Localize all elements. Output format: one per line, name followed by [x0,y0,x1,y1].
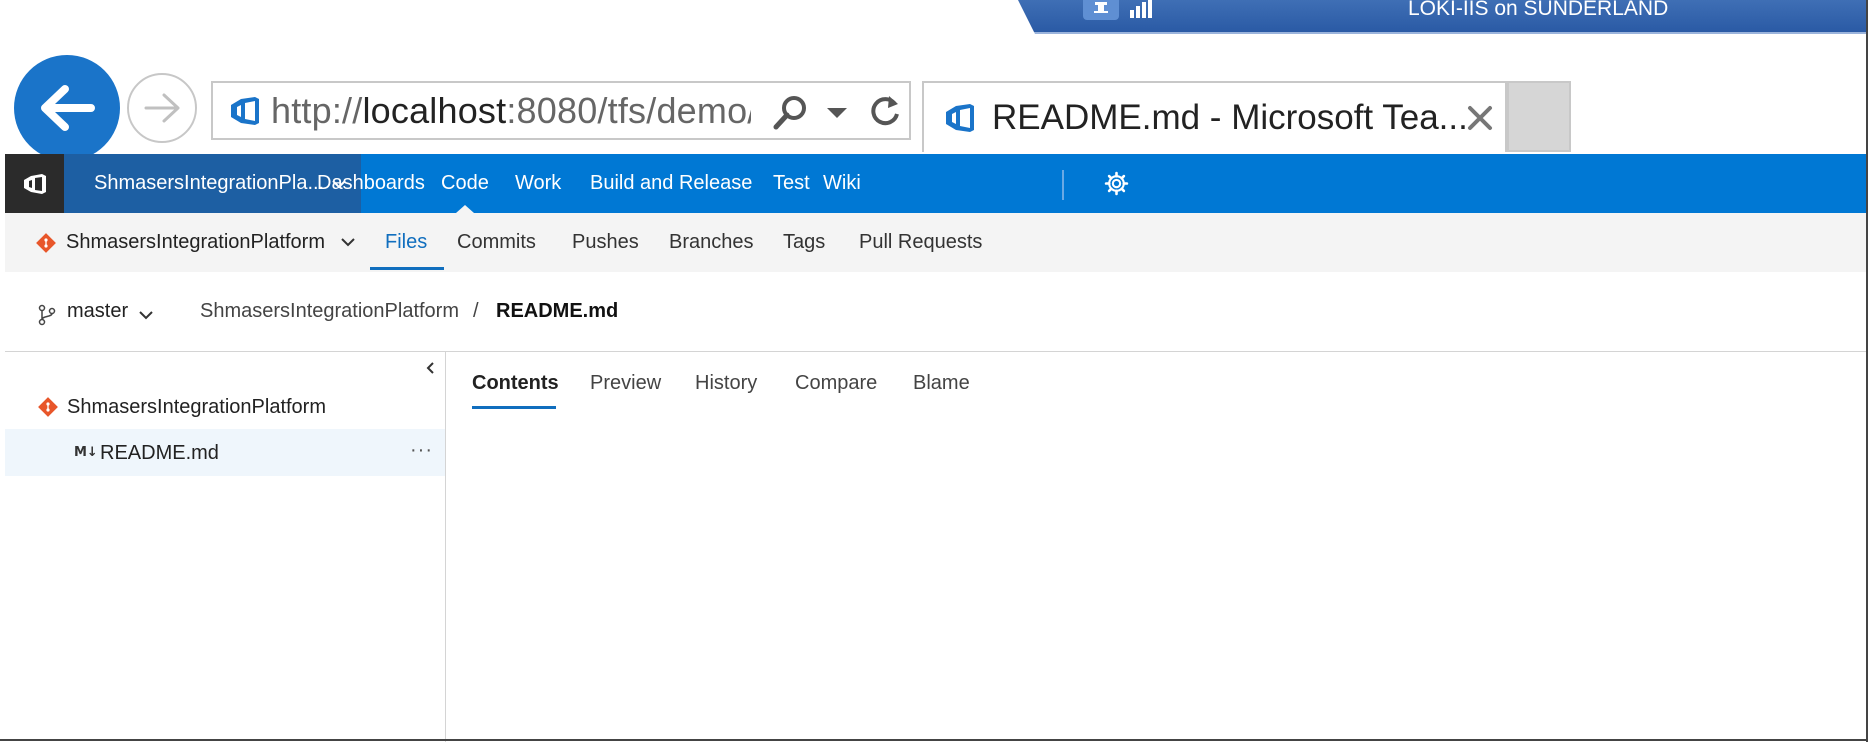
forward-icon [144,93,180,123]
branch-icon [38,304,56,326]
vsts-logo-icon[interactable] [5,154,64,213]
dropdown-icon[interactable] [823,97,851,127]
tab-contents[interactable]: Contents [472,372,559,395]
tab-history[interactable]: History [695,372,757,395]
tab-preview[interactable]: Preview [590,372,661,395]
more-options-icon[interactable]: ··· [410,439,433,462]
tab-branches[interactable]: Branches [669,213,754,272]
tab-commits[interactable]: Commits [457,213,536,272]
tab-pull-requests[interactable]: Pull Requests [859,213,982,272]
back-button[interactable] [14,55,120,161]
url-scheme: http:// [271,89,363,131]
active-tab-indicator [370,267,444,270]
nav-dashboards[interactable]: Dashboards [317,154,425,213]
top-navigation: ShmasersIntegrationPla... Dashboards Cod… [5,154,1868,213]
address-url[interactable]: http://localhost:8080/tfs/demo/ [271,90,751,132]
active-caret [455,205,474,213]
branch-selector[interactable]: master [67,300,128,323]
window-border-bottom [0,739,1868,741]
signal-icon[interactable] [1128,0,1158,18]
close-icon[interactable] [1465,103,1495,133]
chevron-down-icon[interactable] [339,233,357,251]
tab-compare[interactable]: Compare [795,372,877,395]
gear-icon[interactable] [1104,171,1129,196]
pane-divider[interactable] [445,352,446,742]
remote-session-bar: LOKI-IIS on SUNDERLAND [1018,0,1868,34]
tree-item-readme[interactable]: M↓ README.md ··· [5,429,445,476]
markdown-file-icon: M↓ [74,445,98,460]
browser-tab[interactable]: README.md - Microsoft Tea... [922,81,1507,152]
breadcrumb-file: README.md [496,300,619,322]
breadcrumb-separator: / [473,300,479,322]
remote-session-title: LOKI-IIS on SUNDERLAND [1408,0,1669,20]
tab-files[interactable]: Files [385,213,427,272]
tab-tags[interactable]: Tags [783,213,825,272]
vsts-site-icon [946,103,974,132]
tree-item-label: README.md [100,442,219,464]
breadcrumb-repo[interactable]: ShmasersIntegrationPlatform [200,300,459,323]
repo-selector[interactable]: ShmasersIntegrationPlatform [66,213,325,272]
project-name: ShmasersIntegrationPla... [94,172,325,194]
back-icon [41,85,95,131]
nav-code-label: Code [441,172,489,194]
new-tab-button[interactable] [1507,81,1571,152]
pin-icon[interactable] [1083,0,1119,20]
tree-item-repo[interactable]: ShmasersIntegrationPlatform [67,396,326,419]
tab-blame[interactable]: Blame [913,372,970,395]
search-icon[interactable] [770,93,810,133]
nav-wiki[interactable]: Wiki [823,154,861,213]
active-tab-indicator [472,406,556,409]
chevron-down-icon[interactable] [137,306,155,324]
vsts-site-icon [231,96,259,125]
tab-pushes[interactable]: Pushes [572,213,639,272]
nav-work[interactable]: Work [515,154,561,213]
forward-button[interactable] [127,73,197,143]
nav-build-and-release[interactable]: Build and Release [590,154,752,213]
nav-test[interactable]: Test [773,154,810,213]
header-divider [5,351,1868,352]
nav-divider [1062,170,1064,200]
chevron-left-icon[interactable] [423,360,437,376]
url-path: :8080/tfs/demo/ [506,89,751,131]
code-sub-navigation: ShmasersIntegrationPlatform Files Commit… [5,213,1868,272]
nav-code[interactable]: Code [441,154,489,213]
tab-title: README.md - Microsoft Tea... [992,97,1468,137]
url-host: localhost [362,89,507,131]
address-bar[interactable]: http://localhost:8080/tfs/demo/ [211,81,911,140]
refresh-icon[interactable] [865,92,905,132]
git-repo-icon [38,397,58,417]
git-repo-icon [36,233,56,253]
